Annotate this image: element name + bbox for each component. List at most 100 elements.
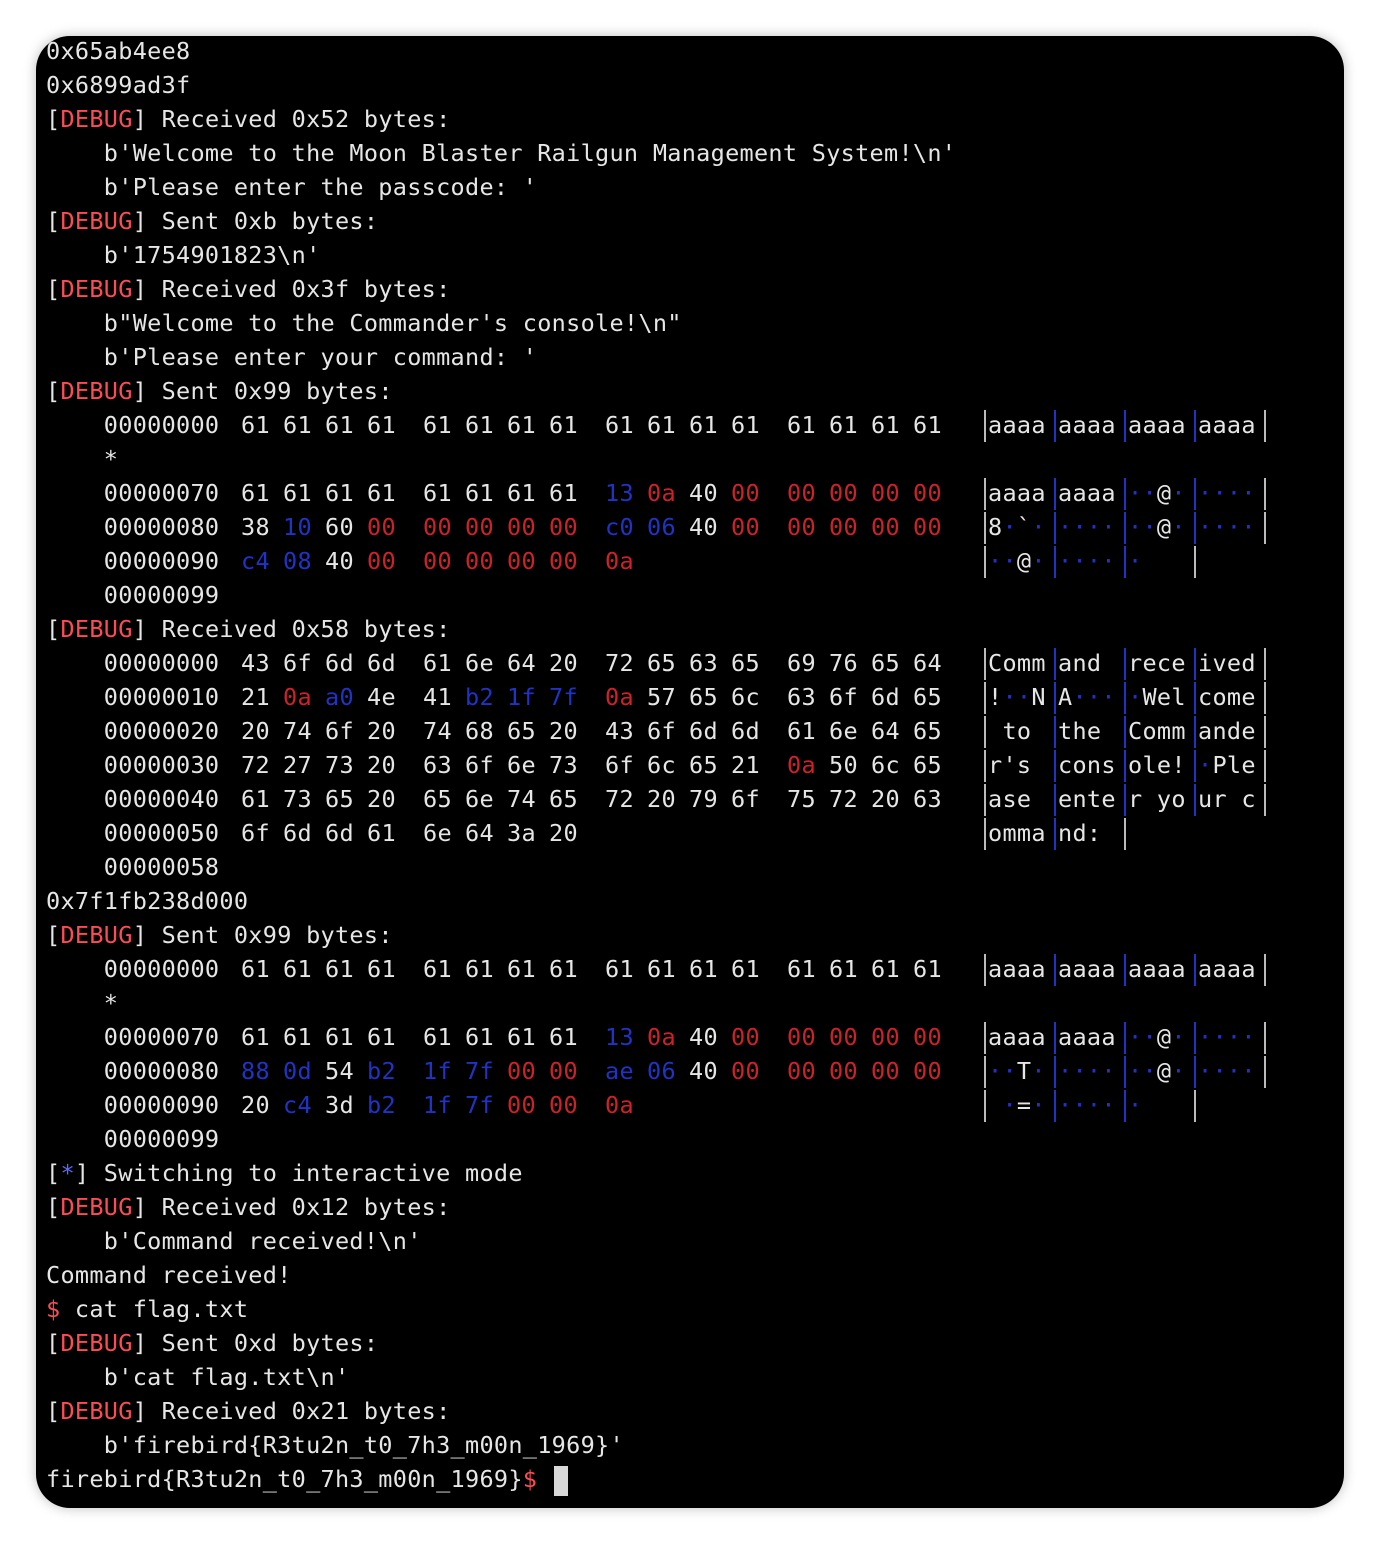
hexdump3-row: 00000070 61 61 61 61 61 61 61 61 13 0a 40 00 00 00 00 00 [46,1020,942,1054]
output-line: [DEBUG] Received 0x52 bytes: [46,105,451,133]
output-line: b'Please enter the passcode: ' [46,170,537,204]
line-text: b'1754901823\n' [46,241,321,269]
ascii-group: ···· [1198,1020,1256,1054]
hex-byte: 00 [423,547,452,575]
hex-byte: 61 [423,1023,452,1051]
ascii-separator [1054,478,1056,510]
hex-byte: 61 [829,411,858,439]
ascii-group: ···· [1058,510,1116,544]
hex-byte: 00 [787,513,816,541]
line-text: Command received! [46,1261,292,1289]
ascii-group: come [1198,683,1256,711]
nonprint-dot: · [1142,1023,1157,1051]
line-text: Sent 0xd bytes: [147,1329,379,1357]
hexdump3-row: * [46,986,118,1020]
ascii-separator [1264,478,1266,510]
ascii-border [984,512,986,544]
ascii-separator [1054,1022,1056,1054]
ascii-separator [1124,512,1126,544]
hexdump1-row: 00000099 [46,578,219,612]
ascii-group: the [1058,717,1102,745]
hex-byte: 65 [325,785,354,813]
line-text: Received 0x12 bytes: [147,1193,451,1221]
output-line: [*] Switching to interactive mode [46,1159,523,1187]
nonprint-dot: · [1128,1057,1143,1085]
hex-offset: 00000099 [103,1125,220,1153]
hex-byte: 1f [423,1057,452,1085]
debug-tag: DEBUG [60,207,133,235]
hex-byte: 6f [283,649,312,677]
hex-byte: 00 [731,513,760,541]
hex-byte: 00 [731,479,760,507]
hex-byte: 00 [871,1057,900,1085]
nonprint-dot: · [1142,479,1157,507]
hex-byte: 6f [325,717,354,745]
nonprint-dot: · [1212,1057,1227,1085]
ascii-group: ase [988,785,1032,813]
hex-byte: 20 [367,785,396,813]
nonprint-dot: · [1212,479,1227,507]
hex-byte: 4e [367,683,396,711]
hex-offset: 00000080 [103,1057,220,1085]
ascii-group: ·Ple [1198,751,1256,779]
hex-byte: 61 [423,479,452,507]
line-text: b"Welcome to the Commander's console!\n" [46,309,682,337]
hex-byte: 65 [731,649,760,677]
terminal-window[interactable]: 0x65ab4ee8 0x6899ad3f [DEBUG] Received 0x5… [36,36,1344,1508]
ascii-separator [1194,954,1196,986]
ascii-separator [1194,716,1196,748]
hex-byte: 74 [423,717,452,745]
hex-byte: 20 [241,717,270,745]
nonprint-dot: · [1226,1023,1242,1051]
ascii-border [984,716,986,748]
hex-byte: 61 [283,1023,312,1051]
ascii-separator [1194,648,1196,680]
nonprint-dot: · [1198,1023,1213,1051]
prompt-symbol: $ [46,1295,61,1323]
ascii-separator [1054,716,1056,748]
nonprint-dot: · [1198,1057,1213,1085]
line-text: Received 0x3f bytes: [147,275,451,303]
hex-byte: 61 [367,479,396,507]
line-text: cat flag.txt [60,1295,249,1323]
hexdump2-row: 00000010 21 0a a0 4e 41 b2 1f 7f 0a 57 65 6c 63 6f 6d 65 [46,680,942,714]
hex-byte: 61 [787,411,816,439]
nonprint-dot: · [1002,513,1017,541]
hex-byte: 63 [423,751,452,779]
output-line: $ cat flag.txt [46,1292,248,1326]
hexdump1-row: 00000070 61 61 61 61 61 61 61 61 13 0a 40 00 00 00 00 00 [46,476,942,510]
nonprint-dot: · [1072,683,1087,711]
hex-byte: 43 [605,717,634,745]
text-cursor[interactable] [553,1465,568,1496]
flag-output: firebird{R3tu2n_t0_7h3_m00n_1969} [46,1465,523,1493]
ascii-separator [1054,682,1056,714]
ascii-separator [1124,750,1126,782]
ascii-separator [1124,716,1126,748]
hex-byte: 00 [913,1057,942,1085]
output-line: [DEBUG] Sent 0x99 bytes: [46,921,393,949]
nonprint-dot: · [1128,547,1143,575]
ascii-group: r's [988,751,1032,779]
ascii-group: ··@· [1128,1057,1186,1085]
hex-byte: 61 [913,411,942,439]
ascii-separator [1054,750,1056,782]
debug-tag: DEBUG [60,921,133,949]
ascii-separator [1124,410,1126,442]
nonprint-dot: · [1198,479,1213,507]
nonprint-dot: · [1198,513,1213,541]
nonprint-dot: · [1101,683,1116,711]
line-text: 0x65ab4ee8 [46,37,191,65]
ascii-separator [1054,512,1056,544]
hex-byte: 6f [829,683,858,711]
hex-offset: 00000058 [103,853,220,881]
ascii-separator [1194,1056,1196,1088]
line-text: 0x7f1fb238d000 [46,887,249,915]
hex-byte: 61 [829,955,858,983]
hex-byte: 61 [423,955,452,983]
hex-byte: 00 [913,479,942,507]
hexdump1-row: 00000080 38 10 60 00 00 00 00 00 c0 06 40 00 00 00 00 00 [46,510,942,544]
output-line: 0x65ab4ee8 [46,36,190,68]
ascii-separator [1054,410,1056,442]
hex-byte: 6d [325,819,354,847]
hex-byte: 00 [549,1091,578,1119]
